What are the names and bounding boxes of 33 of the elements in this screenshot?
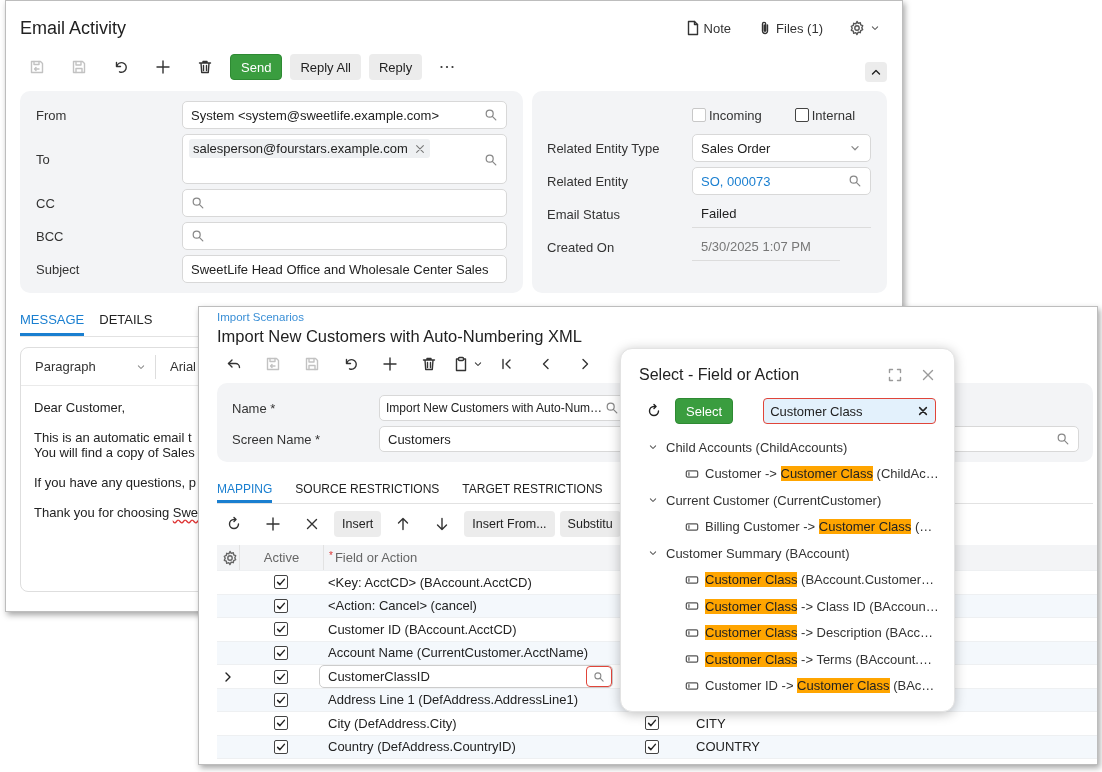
field-label: Related Entity Type	[547, 140, 661, 156]
text-line: You will find a copy of Sales	[34, 445, 195, 460]
field-label: BCC	[36, 228, 65, 244]
text-line: This is an automatic email t	[34, 430, 192, 445]
text-line: If you have any questions, p	[34, 475, 196, 490]
field-label: Related Entity	[547, 173, 629, 189]
table-cell: Country (DefAddress.CountryID)	[328, 739, 516, 755]
dialog-title: Select - Field or Action	[639, 366, 801, 384]
text-line: Thank you for choosing Swe	[34, 505, 199, 520]
table-cell: Customer ID (BAccount.AcctCD)	[328, 621, 517, 637]
table-cell: <Action: Cancel> (cancel)	[328, 598, 477, 614]
field-label: Created On	[547, 239, 616, 255]
date-value: 5/30/2025 1:07 PM	[692, 233, 840, 261]
checkbox-label: Incoming	[709, 107, 762, 123]
table-cell: Account Name (CurrentCustomer.AcctName)	[328, 645, 589, 661]
status-value: Failed	[692, 200, 871, 228]
window-title: Import New Customers with Auto-Numbering XML	[217, 327, 583, 347]
table-cell: CITY	[696, 715, 726, 731]
table-cell: City (DefAddress.City)	[328, 715, 457, 731]
text-line: Dear Customer,	[34, 400, 126, 415]
checkbox-label: Internal	[811, 107, 856, 123]
table-cell: Address Line 1 (DefAddress.AddressLine1)	[328, 692, 579, 708]
field-label: Name *	[232, 400, 277, 416]
recipient-address: salesperson@fourstars.example.com	[193, 141, 408, 156]
field-label: To	[36, 151, 51, 167]
table-cell: <Key: AcctCD> (BAccount.AcctCD)	[328, 574, 532, 590]
field-label: From	[36, 107, 68, 123]
field-label: Subject	[36, 261, 81, 277]
table-cell: COUNTRY	[696, 739, 761, 755]
field-label: Email Status	[547, 206, 621, 222]
field-label: Screen Name *	[232, 431, 322, 447]
window-title: Email Activity	[20, 17, 127, 39]
field-label: CC	[36, 195, 56, 211]
